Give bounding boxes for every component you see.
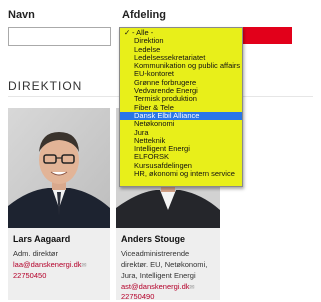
department-option-label: Netøkonomi <box>134 120 175 129</box>
department-option-label: Fiber & Tele <box>134 103 174 112</box>
department-option[interactable]: Kommunikation og public affairs <box>120 62 242 70</box>
department-option-label: EU-kontoret <box>134 70 175 79</box>
department-option[interactable]: Dansk Elbil Alliance <box>120 111 242 121</box>
section-title: DIREKTION <box>8 79 83 93</box>
department-option[interactable]: ✓ - Alle - <box>120 29 242 37</box>
department-option[interactable]: Ledelsessekretariatet <box>120 54 242 62</box>
name-search-input[interactable] <box>8 27 111 46</box>
department-option-label: HR, økonomi og intern service <box>134 170 235 179</box>
department-option-label: Jura <box>134 128 149 137</box>
department-option[interactable]: Vedvarende Energi <box>120 87 242 95</box>
department-option-label: Termisk produktion <box>134 95 197 104</box>
person-role-line: Jura, Intelligent Energi <box>121 271 196 280</box>
department-dropdown-list[interactable]: ✓ - Alle - Direktion Ledelse Ledelsessekreta… <box>119 27 243 187</box>
department-option[interactable]: Netøkonomi <box>120 120 242 128</box>
department-option[interactable]: Grønne forbrugere <box>120 79 242 87</box>
email-text[interactable]: laa@danskenergi.dk <box>13 260 82 269</box>
department-option-label: Ledelse <box>134 45 161 54</box>
email-text[interactable]: ast@danskenergi.dk <box>121 282 190 291</box>
department-option[interactable]: Jura <box>120 129 242 137</box>
person-role-line: direktør. EU, Netøkonomi, <box>121 260 208 269</box>
mail-icon: ✉ <box>81 263 87 269</box>
department-option-label: Grønne forbrugere <box>134 78 197 87</box>
department-option[interactable]: Intelligent Energi <box>120 145 242 153</box>
department-option[interactable]: Direktion <box>120 37 242 45</box>
department-option[interactable]: EU-kontoret <box>120 70 242 78</box>
department-option-label: Vedvarende Energi <box>134 87 198 96</box>
department-option[interactable]: Kursusafdelingen <box>120 162 242 170</box>
department-option[interactable]: Ledelse <box>120 46 242 54</box>
portrait-image <box>8 108 110 228</box>
department-option-label: Ledelsessekretariatet <box>134 53 206 62</box>
person-phone-link[interactable]: 22750490 <box>121 291 154 302</box>
department-option[interactable]: Netteknik <box>120 137 242 145</box>
person-role-line: Viceadministrerende <box>121 249 190 258</box>
department-option-label: Kommunikation og public affairs <box>134 62 241 71</box>
department-option[interactable]: Fiber & Tele <box>120 104 242 112</box>
person-role: Adm. direktør <box>13 249 59 258</box>
department-option-label: Netteknik <box>134 136 166 145</box>
person-photo-lars-aagaard <box>8 108 110 228</box>
department-label: Afdeling <box>122 9 166 21</box>
department-option-label: - Alle - <box>132 29 154 37</box>
mail-icon: ✉ <box>189 285 195 291</box>
department-option-label: Intelligent Energi <box>134 145 190 154</box>
check-icon: ✓ <box>124 29 131 37</box>
department-option[interactable]: Termisk produktion <box>120 95 242 103</box>
department-option[interactable]: HR, økonomi og intern service <box>120 170 242 178</box>
department-option-label: Kursusafdelingen <box>134 161 192 170</box>
person-phone-link[interactable]: 22750450 <box>13 270 46 281</box>
person-name: Anders Stouge <box>121 234 186 244</box>
person-name: Lars Aagaard <box>13 234 71 244</box>
name-label: Navn <box>8 9 35 21</box>
department-option[interactable]: ELFORSK <box>120 153 242 161</box>
department-option-label: Dansk Elbil Alliance <box>134 111 200 120</box>
department-option-label: ELFORSK <box>134 153 170 162</box>
department-option-label: Direktion <box>134 37 164 46</box>
